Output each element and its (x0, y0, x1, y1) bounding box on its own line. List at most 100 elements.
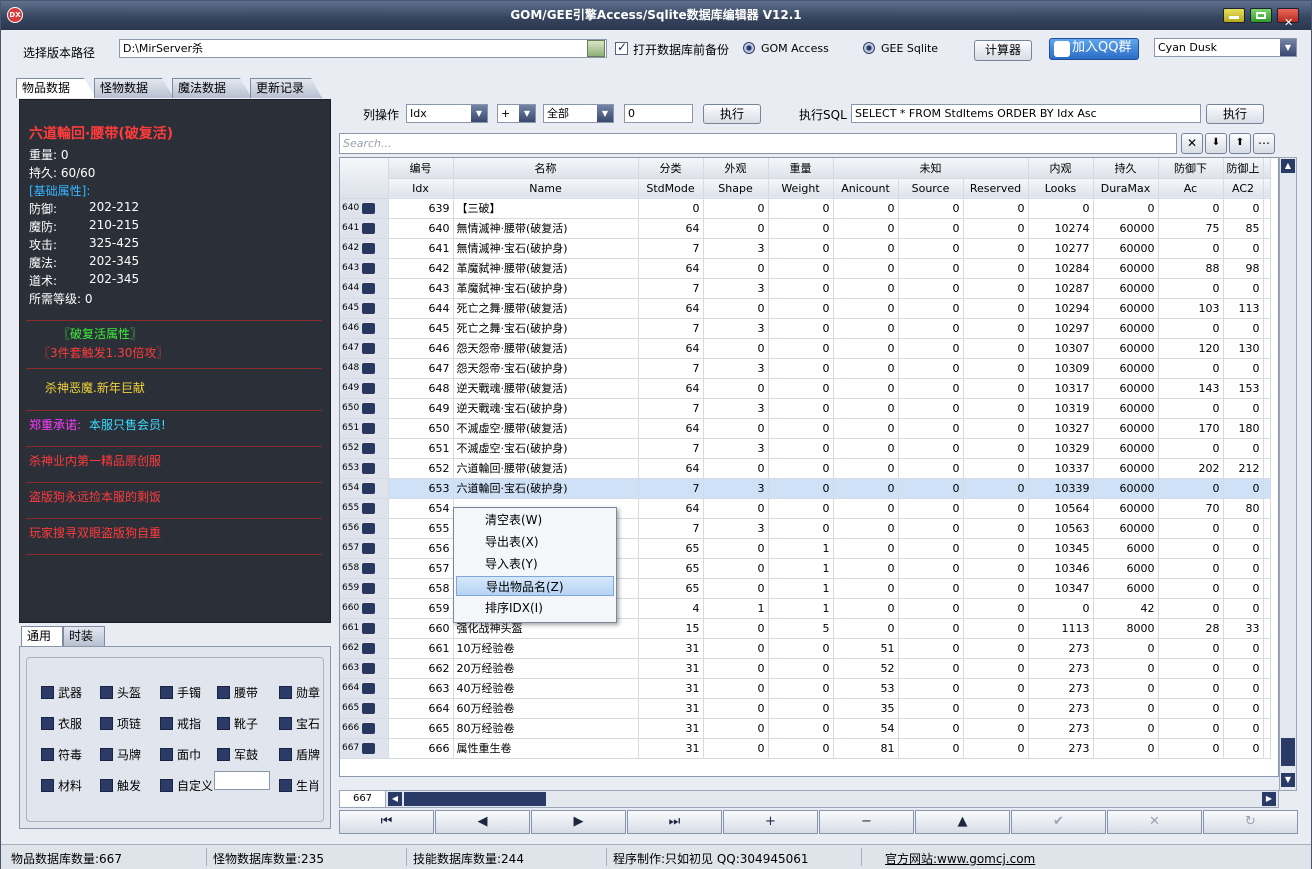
equip-filter-checkbox[interactable] (217, 748, 230, 761)
cell[interactable]: 0 (1158, 478, 1224, 499)
scroll-left-icon[interactable]: ◀ (388, 792, 402, 806)
table-row[interactable]: 654 653 六道輪回·宝石(破护身) 7 3 0 0 0 0 10339 60000 0 0 (340, 478, 1271, 499)
cell[interactable]: 657 (388, 558, 454, 579)
nav-button[interactable]: + (723, 810, 818, 834)
equip-filter-checkbox[interactable] (100, 717, 113, 730)
cell-name[interactable]: 60万经验卷 (453, 698, 639, 719)
cell[interactable]: 273 (1028, 698, 1094, 719)
cell[interactable]: 7 (638, 238, 704, 259)
cell[interactable]: 646 (388, 338, 454, 359)
cell[interactable]: 0 (898, 198, 964, 219)
table-row[interactable]: 651 650 不滅虛空·腰带(破复活) 64 0 0 0 0 0 10327 60000 170 18… (340, 418, 1271, 439)
cell[interactable]: 0 (703, 618, 769, 639)
cell[interactable]: 10284 (1028, 258, 1094, 279)
cell[interactable]: 0 (833, 258, 899, 279)
cell[interactable]: 10274 (1028, 218, 1094, 239)
equip-filter-item[interactable]: 生肖 (279, 777, 320, 794)
equip-filter-checkbox[interactable] (100, 686, 113, 699)
cell[interactable]: 31 (638, 678, 704, 699)
equip-filter-item[interactable]: 戒指 (160, 715, 201, 732)
column-header[interactable]: Name (453, 178, 639, 199)
cell[interactable]: 650 (388, 418, 454, 439)
cell[interactable]: 0 (768, 378, 834, 399)
context-menu-item[interactable]: 清空表(W) (456, 510, 614, 530)
cell[interactable]: 28 (1158, 618, 1224, 639)
equip-filter-item[interactable]: 面巾 (160, 746, 201, 763)
gee-sqlite-radio[interactable] (863, 42, 875, 54)
equip-filter-item[interactable]: 马牌 (100, 746, 141, 763)
cell[interactable]: 0 (1093, 698, 1159, 719)
cell[interactable]: 0 (833, 598, 899, 619)
cell[interactable]: 0 (768, 518, 834, 539)
cell[interactable]: 10277 (1028, 238, 1094, 259)
cell[interactable]: 10563 (1028, 518, 1094, 539)
operator-select[interactable]: + ▼ (497, 104, 536, 123)
table-row[interactable]: 644 643 革魔弑神·宝石(破护身) 7 3 0 0 0 0 10287 60000 0 0 (340, 278, 1271, 299)
equip-filter-checkbox[interactable] (41, 686, 54, 699)
cell[interactable]: 0 (703, 638, 769, 659)
cell[interactable]: 645 (388, 318, 454, 339)
cell[interactable]: 6000 (1093, 538, 1159, 559)
cell[interactable]: 0 (963, 598, 1029, 619)
cell[interactable]: 88 (1158, 258, 1224, 279)
column-group-header[interactable]: 重量 (768, 158, 834, 179)
cell[interactable]: 652 (388, 458, 454, 479)
column-group-header[interactable]: 持久 (1093, 158, 1159, 179)
cell[interactable]: 85 (1223, 218, 1264, 239)
cell-name[interactable]: 逆天戰魂·宝石(破护身) (453, 398, 639, 419)
column-group-header[interactable]: 防御下 (1158, 158, 1224, 179)
clear-search-icon[interactable]: ✕ (1181, 133, 1203, 154)
cell[interactable]: 0 (833, 538, 899, 559)
cell[interactable]: 663 (388, 678, 454, 699)
cell[interactable]: 64 (638, 378, 704, 399)
cell[interactable]: 0 (1223, 578, 1264, 599)
cell[interactable]: 0 (963, 678, 1029, 699)
cell[interactable]: 0 (1223, 278, 1264, 299)
cell[interactable]: 0 (768, 238, 834, 259)
table-row[interactable]: 663 662 20万经验卷 31 0 0 52 0 0 273 0 0 0 (340, 658, 1271, 679)
cell[interactable]: 0 (1158, 698, 1224, 719)
cell[interactable]: 3 (703, 438, 769, 459)
cell[interactable]: 0 (963, 738, 1029, 759)
cell[interactable]: 1 (768, 598, 834, 619)
cell[interactable]: 0 (898, 558, 964, 579)
cell[interactable]: 60000 (1093, 438, 1159, 459)
equip-filter-item[interactable]: 腰带 (217, 684, 258, 701)
cell[interactable]: 0 (898, 618, 964, 639)
cell[interactable]: 10346 (1028, 558, 1094, 579)
cell[interactable]: 0 (1158, 598, 1224, 619)
table-row[interactable]: 646 645 死亡之舞·宝石(破护身) 7 3 0 0 0 0 10297 60000 0 0 (340, 318, 1271, 339)
cell[interactable]: 5 (768, 618, 834, 639)
cell[interactable]: 10287 (1028, 278, 1094, 299)
cell-name[interactable]: 不滅虛空·腰带(破复活) (453, 418, 639, 439)
cell[interactable]: 0 (768, 398, 834, 419)
cell[interactable]: 0 (1158, 198, 1224, 219)
cell[interactable]: 0 (1158, 718, 1224, 739)
column-header[interactable]: Looks (1028, 178, 1094, 199)
cell[interactable]: 0 (963, 278, 1029, 299)
maximize-button[interactable] (1250, 8, 1272, 23)
cell[interactable]: 64 (638, 258, 704, 279)
cell[interactable]: 60000 (1093, 298, 1159, 319)
cell[interactable]: 3 (703, 518, 769, 539)
cell[interactable]: 0 (963, 418, 1029, 439)
cell[interactable]: 660 (388, 618, 454, 639)
tab-magic-db[interactable]: 魔法数据库 (172, 78, 252, 98)
cell[interactable]: 273 (1028, 638, 1094, 659)
cell[interactable]: 0 (1158, 658, 1224, 679)
equip-filter-item[interactable]: 手镯 (160, 684, 201, 701)
cell-name[interactable]: 革魔弑神·腰带(破复活) (453, 258, 639, 279)
cell[interactable]: 10339 (1028, 478, 1094, 499)
cell[interactable]: 0 (1158, 238, 1224, 259)
equip-filter-item[interactable]: 自定义 (160, 777, 213, 794)
cell[interactable]: 6000 (1093, 558, 1159, 579)
minimize-button[interactable] (1223, 8, 1245, 23)
cell[interactable]: 64 (638, 498, 704, 519)
table-row[interactable]: 645 644 死亡之舞·腰带(破复活) 64 0 0 0 0 0 10294 60000 103 11… (340, 298, 1271, 319)
chevron-down-icon[interactable]: ▼ (1280, 39, 1296, 56)
equip-filter-checkbox[interactable] (217, 717, 230, 730)
table-row[interactable]: 641 640 無情滅神·腰带(破复活) 64 0 0 0 0 0 10274 60000 75 85 (340, 218, 1271, 239)
cell[interactable]: 0 (768, 418, 834, 439)
cell[interactable]: 0 (833, 198, 899, 219)
official-site-link[interactable]: 官方网站:www.gomcj.com (885, 850, 1035, 867)
